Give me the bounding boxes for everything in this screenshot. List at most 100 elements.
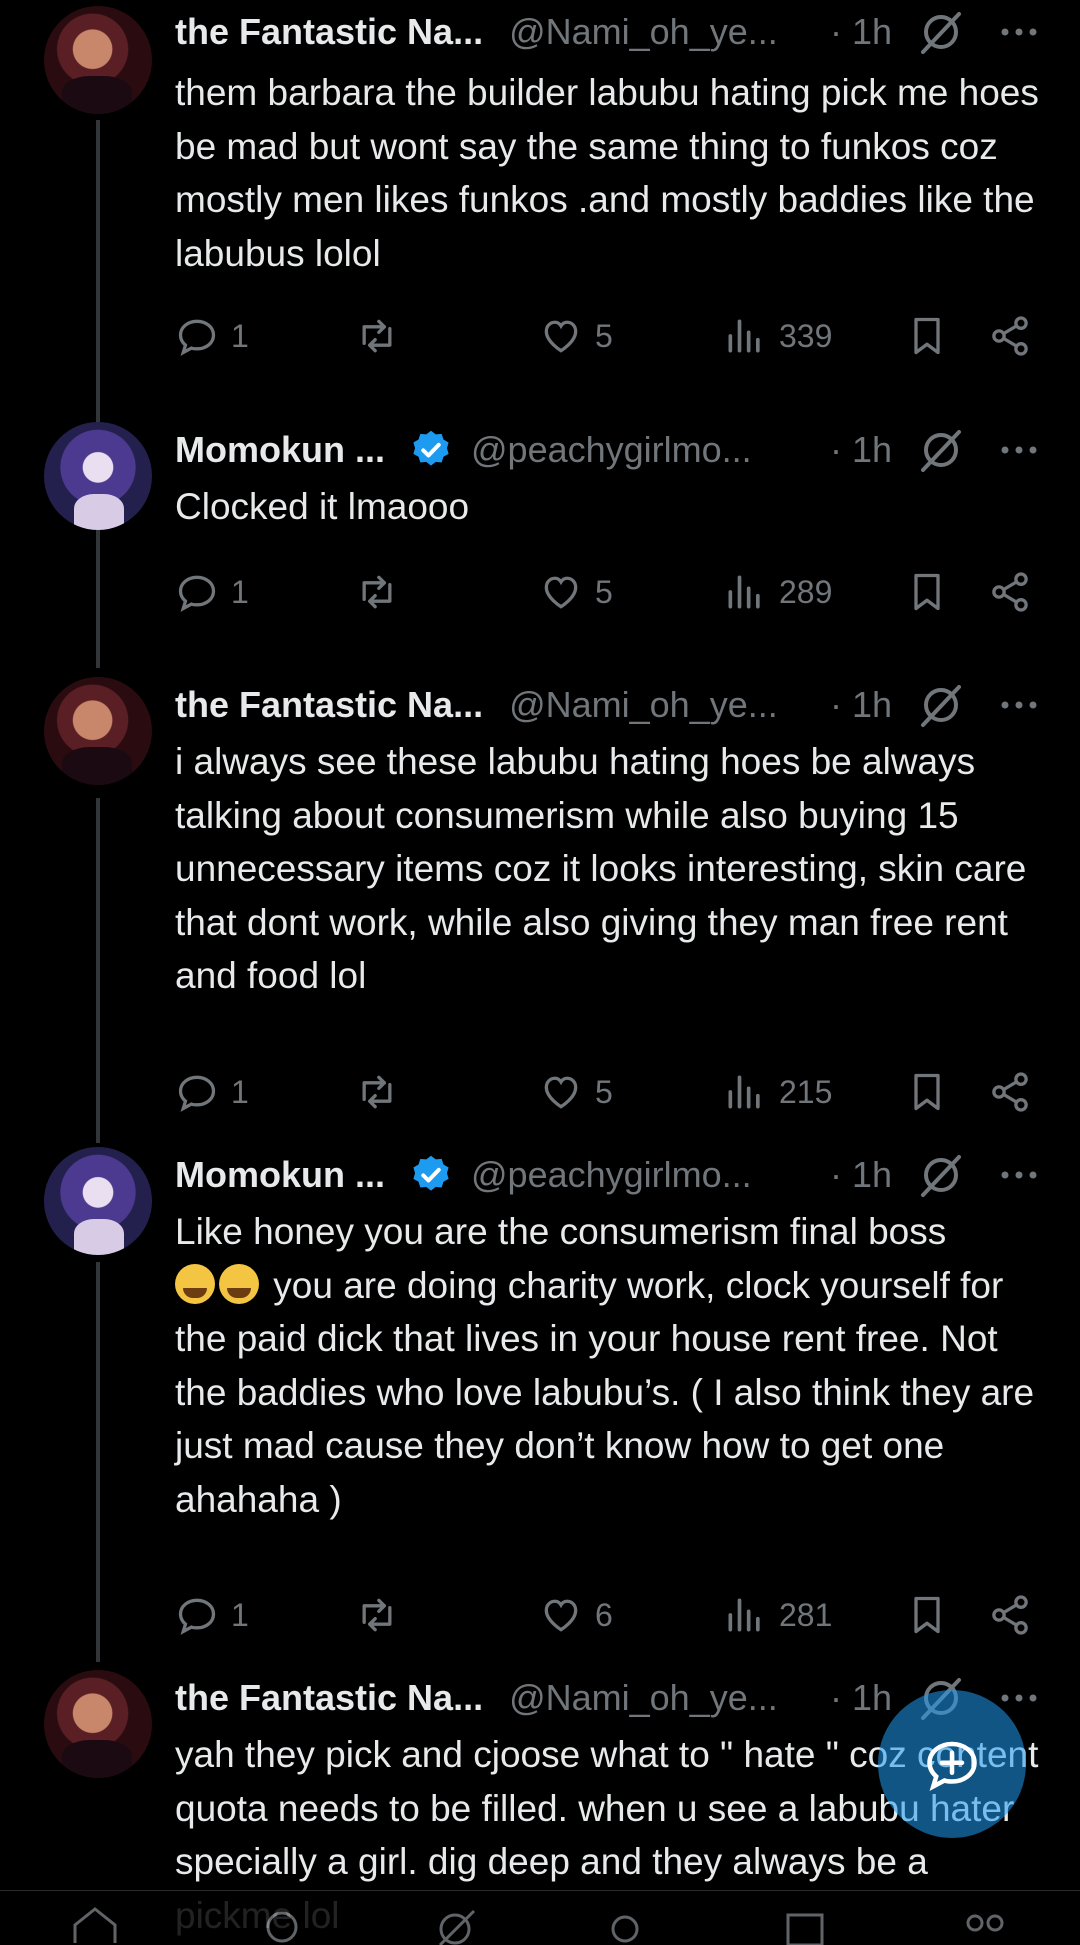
more-icon[interactable] — [995, 1151, 1043, 1199]
search-icon[interactable] — [260, 1905, 310, 1945]
timestamp[interactable]: · 1h — [830, 684, 892, 726]
share-button[interactable] — [988, 306, 1032, 366]
tweet-header: the Fantastic Na... @Nami_oh_ye... · 1h — [175, 675, 1055, 735]
reply-button[interactable]: 1 — [175, 562, 249, 622]
retweet-button[interactable] — [355, 306, 399, 366]
share-button[interactable] — [988, 562, 1032, 622]
more-icon[interactable] — [995, 8, 1043, 56]
bookmark-icon — [914, 1073, 940, 1111]
like-button[interactable]: 5 — [539, 1062, 613, 1122]
grok-icon[interactable] — [917, 426, 965, 474]
bookmark-button[interactable] — [905, 562, 949, 622]
user-handle[interactable]: @Nami_oh_ye... — [509, 684, 778, 726]
communities-icon[interactable] — [600, 1905, 650, 1945]
like-button[interactable]: 5 — [539, 306, 613, 366]
home-icon[interactable] — [70, 1905, 120, 1945]
views-button[interactable]: 215 — [723, 1062, 832, 1122]
like-count: 5 — [595, 573, 613, 610]
reply-count: 1 — [231, 1596, 249, 1633]
compose-reply-button[interactable] — [878, 1690, 1026, 1838]
tweet-header: Momokun ... @peachygirlmo... · 1h — [175, 420, 1055, 480]
grok-icon[interactable] — [917, 8, 965, 56]
more-icon[interactable] — [995, 681, 1043, 729]
bookmark-button[interactable] — [905, 1585, 949, 1645]
views-icon — [728, 319, 760, 353]
view-count: 339 — [779, 317, 833, 354]
tweet-text: Clocked it lmaooo — [175, 486, 470, 527]
reply-button[interactable]: 1 — [175, 1585, 249, 1645]
view-count: 215 — [779, 1073, 833, 1110]
notifications-icon[interactable] — [780, 1905, 830, 1945]
avatar[interactable] — [44, 6, 152, 114]
like-count: 5 — [595, 1073, 613, 1110]
thread-line — [96, 540, 100, 668]
tears-of-joy-face-icon — [219, 1263, 259, 1304]
display-name[interactable]: Momokun ... — [175, 429, 385, 471]
retweet-button[interactable] — [355, 1585, 399, 1645]
timestamp[interactable]: · 1h — [830, 1154, 892, 1196]
reply-button[interactable]: 1 — [175, 306, 249, 366]
tweet-header: Momokun ... @peachygirlmo... · 1h — [175, 1145, 1055, 1205]
tweet-actions: 1 5 289 — [175, 562, 1075, 622]
retweet-icon — [362, 575, 392, 609]
view-count: 281 — [779, 1596, 833, 1633]
user-handle[interactable]: @peachygirlmo... — [471, 1154, 752, 1196]
share-icon — [992, 572, 1028, 612]
heart-icon — [544, 1599, 578, 1632]
avatar[interactable] — [44, 1670, 152, 1778]
grok-icon[interactable] — [430, 1905, 480, 1945]
retweet-icon — [362, 1075, 392, 1109]
share-button[interactable] — [988, 1585, 1032, 1645]
like-button[interactable]: 5 — [539, 562, 613, 622]
heart-icon — [544, 320, 578, 353]
views-icon — [728, 1598, 760, 1632]
reply-icon — [178, 575, 216, 612]
timestamp[interactable]: · 1h — [830, 429, 892, 471]
tweet-text: i always see these labubu hating hoes be… — [175, 741, 1027, 996]
timestamp[interactable]: · 1h — [830, 1677, 892, 1719]
grok-icon[interactable] — [917, 1151, 965, 1199]
tweet-text-rest: you are doing charity work, clock yourse… — [175, 1264, 1035, 1520]
tweet-header: the Fantastic Na... @Nami_oh_ye... · 1h — [175, 2, 1055, 62]
avatar[interactable] — [44, 1147, 152, 1255]
thread-line — [96, 1262, 100, 1662]
share-button[interactable] — [988, 1062, 1032, 1122]
more-icon[interactable] — [995, 426, 1043, 474]
retweet-icon — [362, 1598, 392, 1632]
tweet-actions: 1 5 339 — [175, 306, 1075, 366]
thread-line — [96, 798, 100, 1143]
reply-button[interactable]: 1 — [175, 1062, 249, 1122]
messages-icon[interactable] — [960, 1905, 1010, 1945]
like-button[interactable]: 6 — [539, 1585, 613, 1645]
heart-icon — [544, 1076, 578, 1109]
compose-icon — [927, 1741, 977, 1792]
views-button[interactable]: 281 — [723, 1585, 832, 1645]
grok-icon[interactable] — [917, 681, 965, 729]
verified-badge-icon — [413, 430, 449, 466]
avatar[interactable] — [44, 422, 152, 530]
user-handle[interactable]: @peachygirlmo... — [471, 429, 752, 471]
display-name[interactable]: Momokun ... — [175, 1154, 385, 1196]
views-button[interactable]: 289 — [723, 562, 832, 622]
timestamp[interactable]: · 1h — [830, 11, 892, 53]
user-handle[interactable]: @Nami_oh_ye... — [509, 1677, 778, 1719]
display-name[interactable]: the Fantastic Na... — [175, 11, 483, 53]
share-icon — [992, 1072, 1028, 1112]
reply-icon — [178, 1075, 216, 1112]
reply-icon — [178, 319, 216, 356]
display-name[interactable]: the Fantastic Na... — [175, 1677, 483, 1719]
user-handle[interactable]: @Nami_oh_ye... — [509, 11, 778, 53]
bookmark-button[interactable] — [905, 1062, 949, 1122]
like-count: 6 — [595, 1596, 613, 1633]
retweet-icon — [362, 319, 392, 353]
verified-badge-icon — [413, 1155, 449, 1191]
retweet-button[interactable] — [355, 562, 399, 622]
retweet-button[interactable] — [355, 1062, 399, 1122]
display-name[interactable]: the Fantastic Na... — [175, 684, 483, 726]
views-icon — [728, 575, 760, 609]
views-button[interactable]: 339 — [723, 306, 832, 366]
avatar[interactable] — [44, 677, 152, 785]
bookmark-button[interactable] — [905, 306, 949, 366]
tweet-actions: 1 5 215 — [175, 1062, 1075, 1122]
loudly-crying-face-icon — [175, 1263, 215, 1304]
